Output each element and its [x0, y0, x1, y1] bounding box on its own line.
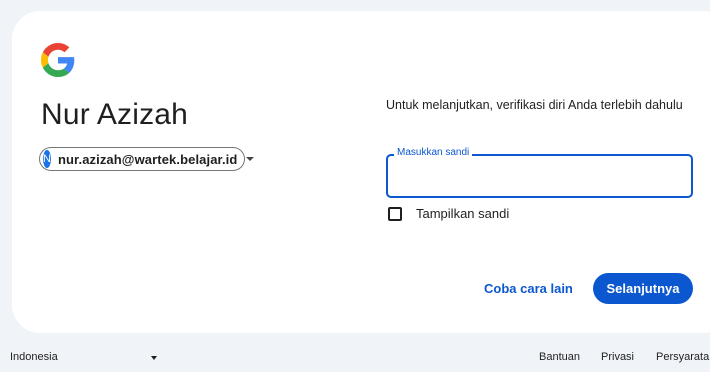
account-name-heading: Nur Azizah [41, 98, 189, 131]
terms-link[interactable]: Persyaratan [656, 351, 710, 363]
password-label: Masukkan sandi [394, 147, 473, 158]
footer: Indonesia Bantuan Privasi Persyaratan [0, 345, 710, 369]
show-password-toggle[interactable]: Tampilkan sandi [388, 206, 509, 221]
show-password-checkbox[interactable] [388, 206, 402, 221]
next-button[interactable]: Selanjutnya [593, 273, 693, 304]
privacy-link[interactable]: Privasi [601, 351, 634, 363]
account-chip[interactable]: N nur.azizah@wartek.belajar.id [39, 147, 255, 171]
verify-instruction: Untuk melanjutkan, verifikasi diri Anda … [386, 98, 683, 112]
chevron-down-icon [246, 157, 255, 161]
help-link[interactable]: Bantuan [539, 351, 580, 363]
password-input[interactable] [398, 164, 682, 190]
show-password-label: Tampilkan sandi [416, 206, 510, 221]
avatar: N [43, 150, 51, 168]
account-email: nur.azizah@wartek.belajar.id [57, 151, 238, 167]
google-g-icon [41, 43, 75, 77]
try-another-way-button[interactable]: Coba cara lain [478, 273, 579, 303]
password-field[interactable]: Masukkan sandi [386, 147, 693, 198]
language-dropdown-icon[interactable] [151, 356, 157, 360]
language-selector[interactable]: Indonesia [10, 351, 58, 363]
